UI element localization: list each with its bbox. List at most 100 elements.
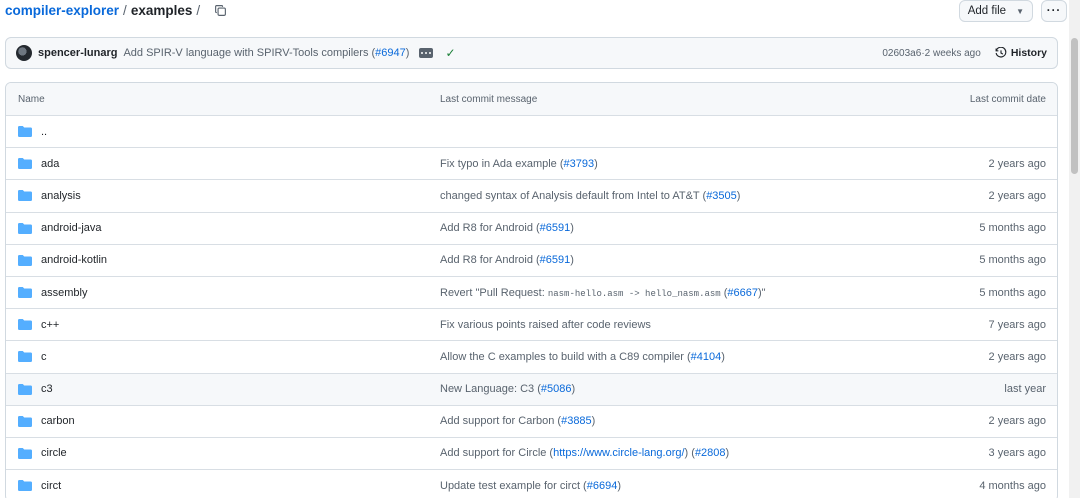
- folder-icon: [18, 480, 32, 492]
- avatar[interactable]: [16, 45, 32, 61]
- folder-name-link[interactable]: ada: [41, 158, 59, 170]
- folder-icon: [18, 158, 32, 170]
- commit-link[interactable]: #6591: [540, 222, 571, 234]
- scrollbar-thumb[interactable]: [1071, 38, 1078, 174]
- scrollbar[interactable]: [1069, 0, 1080, 498]
- commit-message-text[interactable]: Fix various points raised after code rev…: [440, 319, 651, 331]
- table-row[interactable]: carbon Add support for Carbon (#3885) 2 ye…: [6, 404, 1057, 437]
- last-commit-message: Fix various points raised after code rev…: [440, 319, 857, 331]
- add-file-label: Add file: [967, 5, 1007, 17]
- commit-message-text[interactable]: Add R8 for Android (: [440, 222, 540, 234]
- commit-link[interactable]: #3885: [561, 415, 592, 427]
- last-commit-date: 2 years ago: [988, 350, 1046, 363]
- folder-icon: [18, 254, 32, 266]
- commit-link[interactable]: https://www.circle-lang.org/: [553, 447, 684, 459]
- folder-name-link[interactable]: circle: [41, 447, 67, 459]
- folder-name-link[interactable]: c3: [41, 383, 53, 395]
- table-row[interactable]: c3 New Language: C3 (#5086) last year: [6, 372, 1057, 405]
- parent-directory-link[interactable]: ..: [41, 126, 47, 138]
- table-row[interactable]: circt Update test example for circt (#669…: [6, 469, 1057, 498]
- commit-pr-link[interactable]: #2808: [695, 447, 726, 459]
- last-commit-message: Revert "Pull Request: nasm-hello.asm -> …: [440, 287, 857, 299]
- last-commit-date: 3 years ago: [988, 447, 1046, 460]
- add-file-button[interactable]: Add file ▼: [958, 0, 1033, 22]
- header-message: Last commit message: [440, 93, 538, 105]
- last-commit-date: 2 years ago: [988, 189, 1046, 202]
- breadcrumb-separator: /: [123, 2, 127, 18]
- latest-commit-bar: spencer-lunarg Add SPIR-V language with …: [5, 37, 1058, 69]
- commit-link[interactable]: #6591: [540, 254, 571, 266]
- commit-message-end: ): [405, 47, 410, 59]
- table-row[interactable]: analysis changed syntax of Analysis defau…: [6, 179, 1057, 211]
- commit-message-text[interactable]: New Language: C3 (: [440, 383, 541, 395]
- commit-message-end: ): [725, 447, 730, 460]
- breadcrumb-separator: /: [196, 2, 201, 18]
- commit-message-text[interactable]: Add support for Circle (: [440, 447, 553, 459]
- commit-link[interactable]: #4104: [691, 351, 722, 363]
- commit-time: 2 weeks ago: [924, 47, 981, 59]
- table-header: Name Last commit message Last commit dat…: [6, 83, 1057, 115]
- breadcrumb-repo-link[interactable]: compiler-explorer: [5, 3, 119, 18]
- commit-sha-link[interactable]: 02603a6: [882, 48, 921, 59]
- last-commit-date: 2 years ago: [988, 415, 1046, 428]
- commit-message-text[interactable]: Update test example for circt (: [440, 480, 587, 492]
- table-row[interactable]: ada Fix typo in Ada example (#3793) 2 year…: [6, 147, 1057, 179]
- commit-message-code: nasm-hello.asm -> hello_nasm.asm: [547, 288, 721, 299]
- commit-message-end: ): [570, 222, 574, 235]
- commit-link[interactable]: #6667: [727, 287, 758, 299]
- commit-message-text[interactable]: Fix typo in Ada example (: [440, 158, 564, 170]
- folder-name-link[interactable]: c++: [41, 319, 59, 331]
- commit-link[interactable]: #5086: [541, 383, 572, 395]
- folder-name-link[interactable]: circt: [41, 480, 61, 492]
- commit-message-end: ): [617, 479, 621, 492]
- folder-icon: [18, 319, 32, 331]
- last-commit-message: changed syntax of Analysis default from …: [440, 190, 857, 202]
- commit-message-text[interactable]: Allow the C examples to build with a C89…: [440, 351, 691, 363]
- breadcrumb: compiler-explorer / examples /: [5, 0, 228, 20]
- folder-icon: [18, 383, 32, 395]
- commit-message-end: ): [571, 383, 576, 396]
- last-commit-message: Update test example for circt (#6694): [440, 480, 857, 492]
- commit-message-text: ) (: [684, 447, 695, 460]
- commit-expand-button[interactable]: [419, 48, 434, 58]
- more-options-button[interactable]: ···: [1041, 0, 1067, 22]
- commit-link[interactable]: #3505: [706, 190, 737, 202]
- folder-name-link[interactable]: analysis: [41, 190, 81, 202]
- last-commit-message: Add support for Carbon (#3885): [440, 415, 857, 427]
- commit-link[interactable]: #6694: [587, 480, 618, 492]
- table-row[interactable]: android-kotlin Add R8 for Android (#6591)…: [6, 243, 1057, 276]
- top-actions: Add file ▼ ···: [958, 0, 1067, 22]
- last-commit-message: Add support for Circle (https://www.circ…: [440, 447, 857, 459]
- table-row[interactable]: circle Add support for Circle (https://ww…: [6, 436, 1057, 469]
- table-row-parent[interactable]: ..: [6, 115, 1057, 147]
- folder-name-link[interactable]: android-kotlin: [41, 254, 107, 266]
- folder-name-link[interactable]: carbon: [41, 415, 75, 427]
- folder-name-link[interactable]: assembly: [41, 287, 87, 299]
- folder-icon: [18, 447, 32, 459]
- commit-message-text[interactable]: Add R8 for Android (: [440, 254, 540, 266]
- commit-link[interactable]: #3793: [564, 158, 595, 170]
- commit-author-link[interactable]: spencer-lunarg: [38, 47, 117, 59]
- file-table: Name Last commit message Last commit dat…: [5, 82, 1058, 498]
- table-row[interactable]: c Allow the C examples to build with a C8…: [6, 340, 1057, 372]
- folder-icon: [18, 190, 32, 202]
- folder-name-link[interactable]: c: [41, 351, 47, 363]
- commit-message[interactable]: Add SPIR-V language with SPIRV-Tools com…: [123, 47, 409, 59]
- table-row[interactable]: assembly Revert "Pull Request: nasm-hello…: [6, 275, 1057, 308]
- last-commit-date: 5 months ago: [979, 222, 1046, 235]
- table-row[interactable]: c++ Fix various points raised after code …: [6, 308, 1057, 340]
- commit-message-text[interactable]: Add support for Carbon (: [440, 415, 561, 427]
- last-commit-message: Add R8 for Android (#6591): [440, 254, 857, 266]
- commit-message-text: Add SPIR-V language with SPIRV-Tools com…: [123, 47, 376, 59]
- history-label: History: [1010, 47, 1047, 59]
- commit-message-text[interactable]: Revert "Pull Request:: [440, 287, 548, 299]
- history-button[interactable]: History: [995, 47, 1047, 59]
- commit-message-text[interactable]: changed syntax of Analysis default from …: [440, 190, 706, 202]
- folder-icon: [18, 287, 32, 299]
- folder-icon: [18, 222, 32, 234]
- check-icon[interactable]: ✓: [445, 46, 455, 60]
- copy-icon[interactable]: [212, 2, 228, 18]
- table-row[interactable]: android-java Add R8 for Android (#6591) 5 …: [6, 211, 1057, 244]
- commit-pr-link[interactable]: #6947: [375, 47, 406, 59]
- folder-name-link[interactable]: android-java: [41, 222, 102, 234]
